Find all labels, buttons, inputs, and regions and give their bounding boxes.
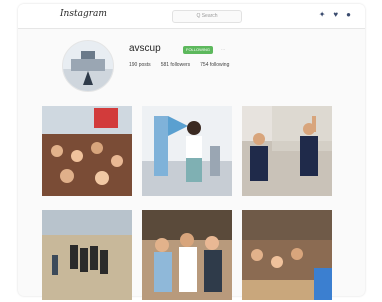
post-tile[interactable] bbox=[142, 106, 232, 196]
posts-count: 190 posts bbox=[129, 62, 151, 68]
search-input[interactable]: Q Search bbox=[172, 10, 242, 23]
following-button[interactable]: FOLLOWING bbox=[183, 46, 214, 54]
top-navigation-bar: Instagram Q Search ✦ ♥ ● bbox=[18, 4, 365, 29]
profile-stats: 190 posts 581 followers 754 following bbox=[129, 62, 229, 68]
person-icon[interactable]: ● bbox=[346, 10, 351, 20]
instagram-logo[interactable]: Instagram bbox=[60, 9, 107, 19]
compass-icon[interactable]: ✦ bbox=[319, 10, 326, 20]
post-tile[interactable] bbox=[242, 106, 332, 196]
following-count[interactable]: 754 following bbox=[200, 62, 229, 68]
post-tile[interactable] bbox=[42, 106, 132, 196]
profile-username: avscup bbox=[129, 43, 161, 54]
more-options-button[interactable]: ... bbox=[221, 46, 225, 52]
post-tile[interactable] bbox=[42, 210, 132, 300]
post-tile[interactable] bbox=[142, 210, 232, 300]
post-tile[interactable] bbox=[242, 210, 332, 300]
avatar[interactable] bbox=[62, 40, 114, 92]
followers-count[interactable]: 581 followers bbox=[161, 62, 190, 68]
nav-icons: ✦ ♥ ● bbox=[319, 10, 351, 20]
heart-icon[interactable]: ♥ bbox=[333, 10, 338, 20]
